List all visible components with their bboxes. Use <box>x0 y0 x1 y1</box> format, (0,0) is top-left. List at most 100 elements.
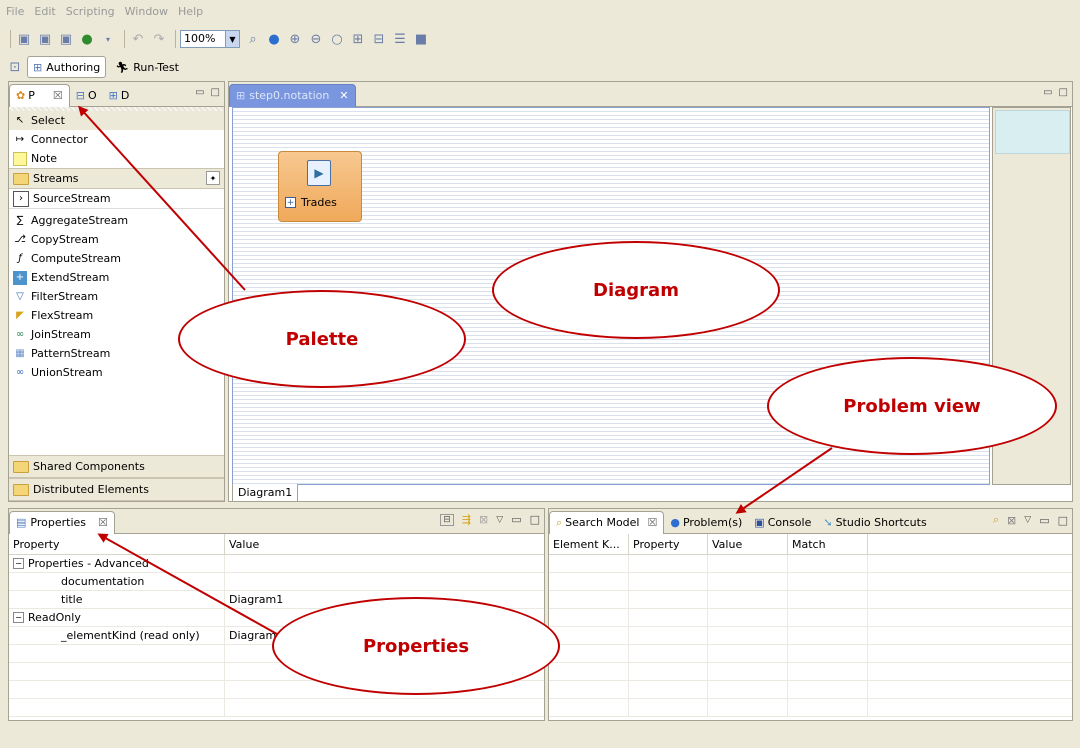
list-view-icon[interactable]: ☰ <box>391 30 409 48</box>
close-icon[interactable]: ☒ <box>98 516 108 529</box>
palette-stream-item[interactable]: ▽ FilterStream <box>9 287 224 306</box>
maximize-icon[interactable]: □ <box>1059 87 1068 98</box>
join-icon: ∞ <box>15 329 25 340</box>
close-icon[interactable]: ☒ <box>53 89 63 102</box>
column-header[interactable]: Property <box>9 534 225 554</box>
tab-outline[interactable]: ⊟ O <box>70 84 103 106</box>
pin-icon[interactable]: ✦ <box>206 171 220 185</box>
palette-stream-item[interactable]: › SourceStream <box>9 189 224 209</box>
layout-tree-icon[interactable]: ⊞ <box>349 30 367 48</box>
categories-icon[interactable]: ⊟ <box>440 513 454 526</box>
palette-tool-label: Select <box>31 114 65 127</box>
search-icon[interactable]: ⌕ <box>244 30 262 48</box>
zoom-select[interactable]: 100% <box>180 30 226 48</box>
minimize-icon[interactable]: ▭ <box>1039 514 1049 527</box>
folder-icon <box>13 172 29 185</box>
table-row[interactable]: documentation <box>9 573 544 591</box>
close-icon[interactable]: ✕ <box>339 89 348 102</box>
view-menu-icon[interactable]: ▽ <box>1024 515 1031 525</box>
palette-tabs: ✿ P ☒ ⊟ O ⊞ D ▭ □ <box>9 82 224 107</box>
tab-console[interactable]: ▣ Console <box>748 511 817 533</box>
menu-edit[interactable]: Edit <box>34 5 55 18</box>
d-view-icon: ⊞ <box>108 88 118 102</box>
zoom-in-icon[interactable]: ⊕ <box>286 30 304 48</box>
perspective-authoring[interactable]: ⊞ Authoring <box>27 56 107 78</box>
table-row[interactable]: − Properties - Advanced <box>9 555 544 573</box>
diagram-page-tab-label: Diagram1 <box>238 486 293 499</box>
perspective-run-test[interactable]: 🏃︎ Run-Test <box>110 57 184 77</box>
save-all-icon[interactable]: ▣ <box>57 30 75 48</box>
palette-stream-label: FilterStream <box>31 290 99 303</box>
maximize-icon[interactable]: □ <box>211 87 220 98</box>
collapse-icon[interactable]: − <box>13 612 24 623</box>
run-icon[interactable]: ● <box>78 30 96 48</box>
square-view-icon[interactable]: ■ <box>412 30 430 48</box>
palette-tool-connector[interactable]: ↦ Connector <box>9 130 224 149</box>
maximize-icon[interactable]: □ <box>530 513 540 526</box>
zoom-fit-icon[interactable]: ○ <box>328 30 346 48</box>
layout-horizontal-icon[interactable]: ⊟ <box>370 30 388 48</box>
tab-d[interactable]: ⊞ D <box>103 84 136 106</box>
column-header[interactable]: Element K... <box>549 534 629 554</box>
palette-tool-select[interactable]: ↖ Select <box>9 111 224 130</box>
minimize-icon[interactable]: ▭ <box>511 513 521 526</box>
column-header[interactable]: Value <box>708 534 788 554</box>
open-perspective-icon[interactable]: ⊡ <box>6 58 24 76</box>
value-cell[interactable] <box>225 573 544 590</box>
filter-advanced-icon[interactable]: ⇶ <box>462 513 471 526</box>
menu-window[interactable]: Window <box>125 5 168 18</box>
palette-stream-item[interactable]: ƒ ComputeStream <box>9 249 224 268</box>
expand-icon[interactable]: + <box>285 197 296 208</box>
minimize-icon[interactable]: ▭ <box>195 87 204 98</box>
close-icon[interactable]: ☒ <box>648 516 658 529</box>
tab-problems[interactable]: ● Problem(s) <box>664 511 748 533</box>
run-dropdown-icon[interactable]: ▾ <box>99 30 117 48</box>
restore-default-icon[interactable]: ⊠ <box>479 513 488 526</box>
zoom-dropdown-icon[interactable]: ▼ <box>226 30 240 48</box>
palette-tool-label: Note <box>31 152 58 165</box>
drawer-streams[interactable]: Streams ✦ <box>9 168 224 189</box>
tab-properties[interactable]: ▤ Properties ☒ <box>9 510 115 534</box>
trades-node-label-row: + Trades <box>285 196 337 209</box>
save-as-icon[interactable]: ▣ <box>36 30 54 48</box>
minimize-icon[interactable]: ▭ <box>1043 87 1052 98</box>
validate-icon[interactable]: ● <box>265 30 283 48</box>
drawer-shared-components[interactable]: Shared Components <box>9 455 224 478</box>
note-icon <box>13 151 27 166</box>
palette-tool-label: Connector <box>31 133 88 146</box>
column-header[interactable]: Match <box>788 534 868 554</box>
palette-tool-note[interactable]: Note <box>9 149 224 168</box>
redo-icon[interactable]: ↷ <box>150 30 168 48</box>
editor-tab-label: step0.notation <box>249 89 330 102</box>
menu-help[interactable]: Help <box>178 5 203 18</box>
drawer-distributed-elements[interactable]: Distributed Elements <box>9 478 224 501</box>
diagram-page-tab[interactable]: Diagram1 <box>232 484 299 502</box>
outline-icon: ⊟ <box>75 88 85 102</box>
tab-studio-shortcuts[interactable]: ➘ Studio Shortcuts <box>817 511 932 533</box>
maximize-icon[interactable]: □ <box>1058 514 1068 527</box>
palette-stream-item[interactable]: ∑ AggregateStream <box>9 211 224 230</box>
overview-viewport[interactable] <box>995 110 1070 154</box>
tab-palette[interactable]: ✿ P ☒ <box>9 83 70 107</box>
menu-scripting[interactable]: Scripting <box>66 5 115 18</box>
extend-stream-icon: + <box>13 270 27 285</box>
column-header[interactable]: Value <box>225 534 544 554</box>
column-header[interactable]: Property <box>629 534 708 554</box>
undo-icon[interactable]: ↶ <box>129 30 147 48</box>
view-controls: ▭ □ <box>1043 87 1068 98</box>
tab-search-model[interactable]: ⌕ Search Model ☒ <box>549 510 665 534</box>
tab-step0-notation[interactable]: ⊞ step0.notation ✕ <box>229 83 356 107</box>
search-icon[interactable]: ⌕ <box>993 513 999 527</box>
trades-node[interactable]: ▶ + Trades <box>278 151 362 222</box>
palette-stream-item[interactable]: + ExtendStream <box>9 268 224 287</box>
view-menu-icon[interactable]: ▽ <box>496 515 503 525</box>
collapse-icon[interactable]: − <box>13 558 24 569</box>
palette-stream-label: UnionStream <box>31 366 103 379</box>
clear-results-icon[interactable]: ⊠ <box>1007 514 1016 527</box>
menu-file[interactable]: File <box>6 5 24 18</box>
save-icon[interactable]: ▣ <box>15 30 33 48</box>
palette-stream-item[interactable]: ⎇ CopyStream <box>9 230 224 249</box>
palette-stream-item[interactable]: ∞ UnionStream <box>9 363 224 382</box>
zoom-out-icon[interactable]: ⊖ <box>307 30 325 48</box>
source-stream-icon: › <box>13 190 29 207</box>
